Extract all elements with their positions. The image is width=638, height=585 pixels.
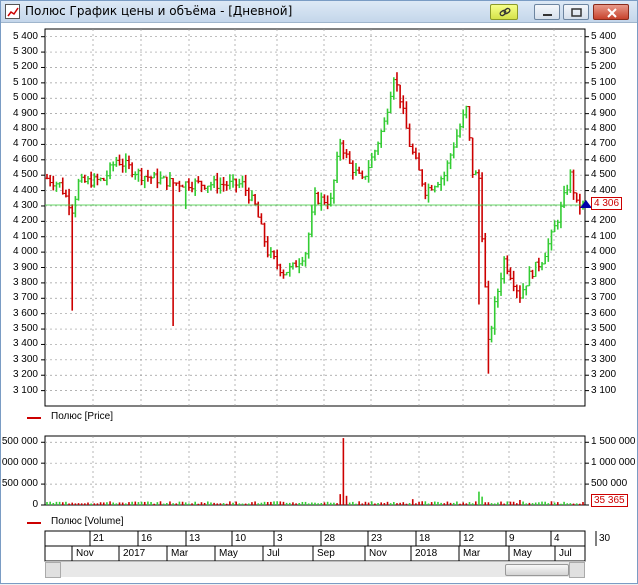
day-label: 18	[419, 533, 431, 544]
day-label: 30	[599, 533, 611, 544]
day-label: 23	[371, 533, 383, 544]
day-label: 13	[189, 533, 201, 544]
month-label: Nov	[76, 548, 94, 559]
day-label: 12	[463, 533, 475, 544]
scroll-right-arrow[interactable]	[569, 562, 585, 578]
horizontal-scrollbar[interactable]	[45, 561, 585, 578]
day-label: 4	[554, 533, 560, 544]
day-label: 10	[235, 533, 247, 544]
month-label: May	[219, 548, 238, 559]
month-label: Mar	[171, 548, 189, 559]
day-label: 16	[141, 533, 153, 544]
scroll-thumb[interactable]	[505, 564, 569, 576]
month-label: Jul	[559, 548, 572, 559]
month-label: 2017	[123, 548, 146, 559]
month-label: Sep	[317, 548, 335, 559]
scroll-left-arrow[interactable]	[45, 562, 61, 578]
month-label: May	[513, 548, 532, 559]
chart-window: Полюс График цены и объёма - [Дневной] 5…	[0, 0, 638, 584]
month-label: Jul	[267, 548, 280, 559]
month-label: Mar	[463, 548, 481, 559]
day-label: 3	[277, 533, 283, 544]
day-label: 21	[93, 533, 105, 544]
month-label: Nov	[369, 548, 387, 559]
day-label: 28	[324, 533, 336, 544]
time-axis	[44, 530, 597, 562]
month-label: 2018	[415, 548, 438, 559]
day-label: 9	[509, 533, 515, 544]
